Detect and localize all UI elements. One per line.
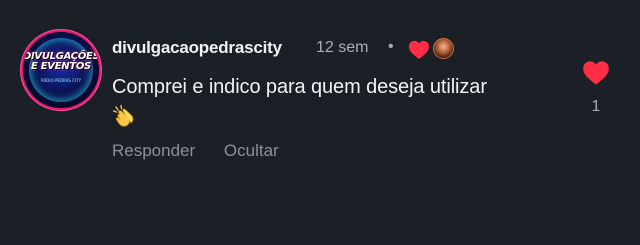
separator-dot: • — [388, 38, 394, 55]
avatar-logo-text: DIVULGAÇÕES E EVENTOS — [23, 51, 99, 72]
clapping-hands-icon — [112, 104, 134, 127]
like-heart-icon[interactable] — [582, 60, 610, 86]
comment: DIVULGAÇÕES E EVENTOS RÁDIO PEDRAS CITY … — [0, 0, 640, 245]
like-count: 1 — [591, 98, 601, 115]
comment-timestamp: 12 sem — [316, 39, 369, 56]
comment-actions: Responder Ocultar — [112, 141, 279, 161]
creator-avatar — [433, 38, 454, 59]
hide-button[interactable]: Ocultar — [224, 141, 279, 161]
commenter-avatar[interactable]: DIVULGAÇÕES E EVENTOS RÁDIO PEDRAS CITY — [23, 32, 99, 108]
avatar-logo-subtext: RÁDIO PEDRAS CITY — [40, 78, 82, 83]
liked-by-creator-heart-icon — [409, 40, 429, 60]
username[interactable]: divulgacaopedrascity — [112, 38, 282, 58]
comment-text: Comprei e indico para quem deseja utiliz… — [112, 76, 487, 98]
reply-button[interactable]: Responder — [112, 141, 195, 161]
